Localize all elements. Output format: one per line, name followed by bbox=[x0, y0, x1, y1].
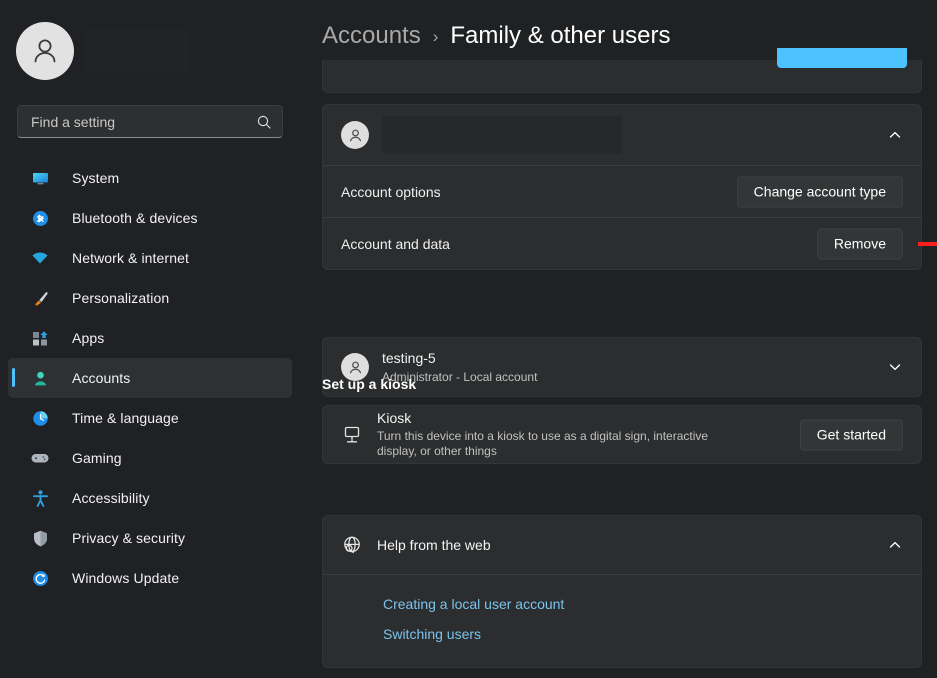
account-name-redacted bbox=[382, 116, 622, 154]
sidebar-item-privacy-security[interactable]: Privacy & security bbox=[8, 518, 292, 558]
accounts-person-icon bbox=[30, 368, 50, 388]
help-links-list: Creating a local user account Switching … bbox=[323, 574, 921, 667]
scrolled-card-top bbox=[322, 60, 922, 93]
remove-button[interactable]: Remove bbox=[817, 228, 903, 259]
add-account-button-partial[interactable] bbox=[777, 48, 907, 68]
kiosk-card: Kiosk Turn this device into a kiosk to u… bbox=[322, 405, 922, 464]
sidebar-item-label: Bluetooth & devices bbox=[72, 210, 198, 226]
chevron-right-icon: › bbox=[433, 27, 439, 47]
sidebar-item-label: Accounts bbox=[72, 370, 130, 386]
wifi-icon bbox=[30, 248, 50, 268]
sidebar: System Bluetooth & devices bbox=[0, 0, 300, 678]
user-name: testing-5 bbox=[382, 350, 537, 367]
account-card-header[interactable] bbox=[323, 105, 921, 165]
breadcrumb-parent-link[interactable]: Accounts bbox=[322, 22, 421, 50]
sidebar-account-block[interactable] bbox=[0, 0, 300, 100]
account-options-row: Account options Change account type bbox=[323, 165, 921, 217]
sidebar-item-label: Personalization bbox=[72, 290, 169, 306]
account-and-data-label: Account and data bbox=[341, 236, 450, 252]
sidebar-item-label: Windows Update bbox=[72, 570, 179, 586]
bluetooth-icon bbox=[30, 208, 50, 228]
sidebar-item-label: Time & language bbox=[72, 410, 179, 426]
help-from-web-header[interactable]: Help from the web bbox=[323, 516, 921, 574]
help-link-switching-users[interactable]: Switching users bbox=[383, 619, 481, 649]
sidebar-account-name-redacted bbox=[86, 30, 190, 72]
help-from-web-title: Help from the web bbox=[377, 537, 491, 553]
sidebar-item-label: System bbox=[72, 170, 119, 186]
sidebar-item-bluetooth-devices[interactable]: Bluetooth & devices bbox=[8, 198, 292, 238]
clock-icon bbox=[30, 408, 50, 428]
sidebar-item-system[interactable]: System bbox=[8, 158, 292, 198]
breadcrumb: Accounts › Family & other users bbox=[322, 22, 670, 50]
sidebar-nav: System Bluetooth & devices bbox=[8, 158, 292, 598]
main-content: Accounts › Family & other users bbox=[300, 0, 937, 678]
sidebar-item-apps[interactable]: Apps bbox=[8, 318, 292, 358]
apps-icon bbox=[30, 328, 50, 348]
person-avatar-icon bbox=[341, 121, 369, 149]
sidebar-item-label: Apps bbox=[72, 330, 104, 346]
update-refresh-icon bbox=[30, 568, 50, 588]
chevron-down-icon[interactable] bbox=[887, 359, 903, 375]
kiosk-display-icon bbox=[341, 424, 363, 446]
sidebar-item-label: Gaming bbox=[72, 450, 122, 466]
sidebar-item-personalization[interactable]: Personalization bbox=[8, 278, 292, 318]
sidebar-item-label: Accessibility bbox=[72, 490, 150, 506]
monitor-icon bbox=[30, 168, 50, 188]
account-options-label: Account options bbox=[341, 184, 441, 200]
chevron-up-icon[interactable] bbox=[887, 537, 903, 553]
kiosk-section-heading: Set up a kiosk bbox=[322, 376, 416, 392]
shield-icon bbox=[30, 528, 50, 548]
sidebar-item-accessibility[interactable]: Accessibility bbox=[8, 478, 292, 518]
expanded-account-card: Account options Change account type Acco… bbox=[322, 104, 922, 270]
sidebar-item-accounts[interactable]: Accounts bbox=[8, 358, 292, 398]
globe-icon bbox=[341, 534, 363, 556]
sidebar-item-label: Network & internet bbox=[72, 250, 189, 266]
search-input[interactable] bbox=[31, 114, 256, 130]
accessibility-icon bbox=[30, 488, 50, 508]
page-title: Family & other users bbox=[450, 22, 670, 50]
kiosk-title: Kiosk bbox=[377, 410, 747, 427]
paintbrush-icon bbox=[30, 288, 50, 308]
help-link-creating-local-user-account[interactable]: Creating a local user account bbox=[383, 589, 564, 619]
sidebar-item-gaming[interactable]: Gaming bbox=[8, 438, 292, 478]
search-box[interactable] bbox=[17, 105, 283, 138]
gamepad-icon bbox=[30, 448, 50, 468]
get-started-button[interactable]: Get started bbox=[800, 419, 903, 450]
search-icon bbox=[256, 114, 272, 130]
help-from-web-card: Help from the web Creating a local user … bbox=[322, 515, 922, 668]
sidebar-item-time-language[interactable]: Time & language bbox=[8, 398, 292, 438]
account-and-data-row: Account and data Remove bbox=[323, 217, 921, 269]
person-avatar-icon bbox=[16, 22, 74, 80]
sidebar-item-network-internet[interactable]: Network & internet bbox=[8, 238, 292, 278]
kiosk-description: Turn this device into a kiosk to use as … bbox=[377, 429, 747, 459]
chevron-up-icon[interactable] bbox=[887, 127, 903, 143]
change-account-type-button[interactable]: Change account type bbox=[737, 176, 903, 207]
settings-window: System Bluetooth & devices bbox=[0, 0, 937, 678]
sidebar-item-label: Privacy & security bbox=[72, 530, 185, 546]
sidebar-item-windows-update[interactable]: Windows Update bbox=[8, 558, 292, 598]
